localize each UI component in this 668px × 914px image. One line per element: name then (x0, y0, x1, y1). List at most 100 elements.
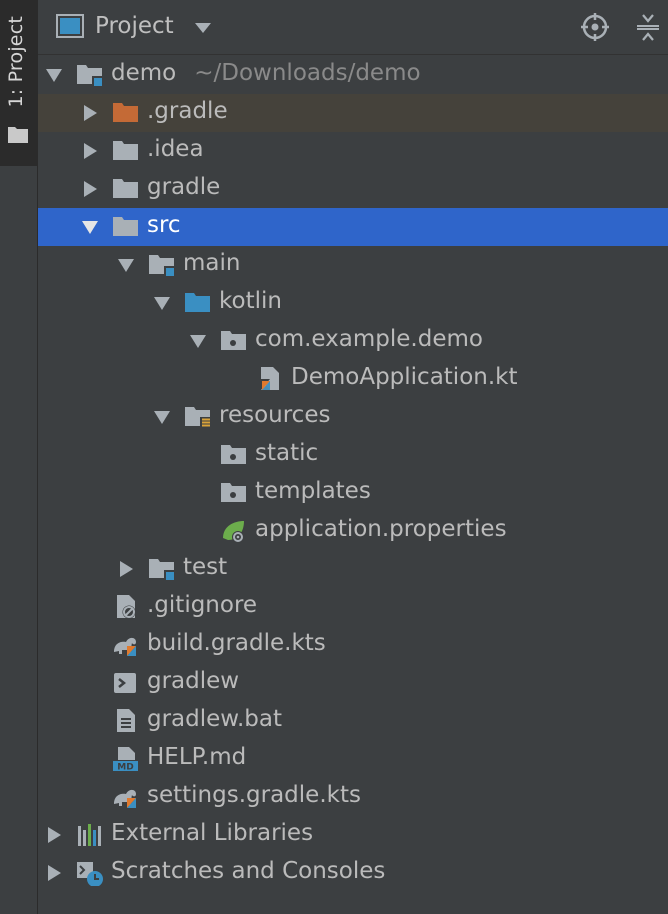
tree-item-name: .gradle (147, 98, 228, 124)
project-panel-header: Project (38, 0, 668, 55)
tree-item-label: External Libraries (111, 820, 313, 846)
shell-script-icon (114, 673, 136, 693)
tree-item[interactable]: application.properties (38, 512, 668, 550)
tree-item-label: test (183, 554, 227, 580)
tree-item-label: gradle (147, 174, 220, 200)
tree-item[interactable]: .idea (38, 132, 668, 170)
package-icon (221, 445, 246, 464)
module-folder-icon (77, 65, 102, 86)
tree-item-label: settings.gradle.kts (147, 782, 361, 808)
tree-item-name: .idea (147, 136, 204, 162)
expand-arrow-right-icon[interactable] (46, 827, 62, 843)
libraries-icon (78, 824, 101, 846)
tree-item-label: Scratches and Consoles (111, 858, 385, 884)
expand-arrow-down-icon[interactable] (46, 67, 62, 83)
chevron-down-icon[interactable] (194, 22, 212, 34)
tree-item-label: .idea (147, 136, 204, 162)
tree-item[interactable]: test (38, 550, 668, 588)
tree-item[interactable]: External Libraries (38, 816, 668, 854)
tree-item-name: DemoApplication.kt (291, 364, 518, 390)
tree-item[interactable]: gradlew (38, 664, 668, 702)
ignore-file-icon (117, 595, 136, 619)
tree-item-name: resources (219, 402, 331, 428)
tree-item-name: demo (111, 60, 177, 86)
source-set-folder-icon (149, 559, 174, 580)
expand-arrow-right-icon[interactable] (118, 561, 134, 577)
package-icon (221, 483, 246, 502)
spring-properties-icon (223, 521, 244, 543)
tree-item-name: main (183, 250, 241, 276)
tree-item[interactable]: build.gradle.kts (38, 626, 668, 664)
tree-item-label: .gradle (147, 98, 228, 124)
text-file-icon (117, 709, 135, 732)
project-tool-tab[interactable]: 1: Project (0, 0, 37, 166)
tree-item[interactable]: .gradle (38, 94, 668, 132)
resources-folder-icon (185, 407, 210, 428)
tree-item-name: test (183, 554, 228, 580)
tree-item-label: gradlew.bat (147, 706, 282, 732)
excluded-folder-icon (113, 103, 138, 122)
tree-item-name: gradle (147, 174, 221, 200)
tree-item[interactable]: Scratches and Consoles (38, 854, 668, 892)
tree-item-label: com.example.demo (255, 326, 483, 352)
tree-item[interactable]: .gitignore (38, 588, 668, 626)
tree-item-label: demo ~/Downloads/demo (111, 60, 421, 86)
tree-item[interactable]: DemoApplication.kt (38, 360, 668, 398)
tree-item-label: resources (219, 402, 330, 428)
expand-arrow-right-icon[interactable] (82, 105, 98, 121)
tree-item[interactable]: com.example.demo (38, 322, 668, 360)
tree-item-name: com.example.demo (255, 326, 483, 352)
source-set-folder-icon (149, 255, 174, 276)
tree-item-path: ~/Downloads/demo (194, 60, 421, 86)
collapse-all-icon[interactable] (635, 12, 661, 42)
tree-item-name: gradlew.bat (147, 706, 283, 732)
tree-item-label: gradlew (147, 668, 239, 694)
tree-item-label: src (147, 212, 181, 238)
tree-item-label: static (255, 440, 318, 466)
tree-item-label: build.gradle.kts (147, 630, 326, 656)
tree-item[interactable]: resources (38, 398, 668, 436)
markdown-file-icon: MD (113, 747, 138, 773)
source-root-folder-icon (185, 293, 210, 312)
project-view-icon (56, 14, 84, 38)
tree-item-label: .gitignore (147, 592, 257, 618)
panel-title[interactable]: Project (95, 13, 174, 39)
expand-arrow-right-icon[interactable] (46, 865, 62, 881)
expand-arrow-down-icon[interactable] (118, 257, 134, 273)
tree-item[interactable]: settings.gradle.kts (38, 778, 668, 816)
tree-item[interactable]: MD HELP.md (38, 740, 668, 778)
tree-item-name: kotlin (219, 288, 282, 314)
scratches-icon (77, 862, 103, 886)
tree-item-name: application.properties (255, 516, 507, 542)
tree-item[interactable]: static (38, 436, 668, 474)
folder-icon (113, 141, 138, 160)
expand-arrow-down-icon[interactable] (154, 295, 170, 311)
tree-item-name: External Libraries (111, 820, 314, 846)
tree-item[interactable]: gradlew.bat (38, 702, 668, 740)
expand-arrow-right-icon[interactable] (82, 143, 98, 159)
tree-item[interactable]: src (38, 208, 668, 246)
package-icon (221, 331, 246, 350)
expand-arrow-down-icon[interactable] (154, 409, 170, 425)
expand-arrow-down-icon[interactable] (190, 333, 206, 349)
gradle-kotlin-file-icon (114, 789, 136, 808)
locate-icon[interactable] (580, 12, 610, 42)
tree-item-label: application.properties (255, 516, 507, 542)
expand-arrow-right-icon[interactable] (82, 181, 98, 197)
tree-item-label: HELP.md (147, 744, 246, 770)
expand-arrow-down-icon[interactable] (82, 219, 98, 235)
tree-item[interactable]: main (38, 246, 668, 284)
tree-item-name: templates (255, 478, 371, 504)
tree-item-label: templates (255, 478, 371, 504)
tree-item-label: DemoApplication.kt (291, 364, 518, 390)
tree-item-name: build.gradle.kts (147, 630, 326, 656)
tree-item[interactable]: demo ~/Downloads/demo (38, 56, 668, 94)
tree-item[interactable]: gradle (38, 170, 668, 208)
tree-item-name: Scratches and Consoles (111, 858, 386, 884)
tree-item-name: HELP.md (147, 744, 247, 770)
tree-item-name: static (255, 440, 319, 466)
tree-item[interactable]: templates (38, 474, 668, 512)
svg-text:MD: MD (117, 763, 133, 773)
tree-item[interactable]: kotlin (38, 284, 668, 322)
folder-icon (113, 179, 138, 198)
